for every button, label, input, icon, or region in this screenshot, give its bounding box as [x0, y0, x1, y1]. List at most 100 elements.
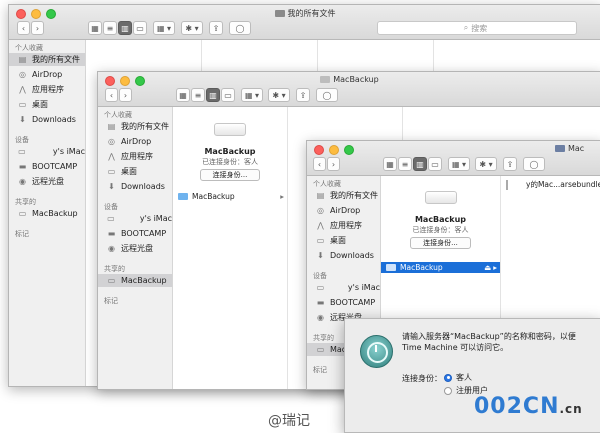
back-button[interactable]: ‹ [105, 88, 118, 102]
search-icon: ⌕ [463, 23, 469, 32]
view-coverflow-button[interactable]: ▭ [133, 21, 147, 35]
applications-icon: ⋀ [108, 152, 115, 161]
sidebar-item-all-files[interactable]: ▤ 我的所有文件 [307, 189, 380, 202]
share-folder-row[interactable]: MacBackup ▸ [173, 191, 287, 202]
sidebar-item-applications[interactable]: ⋀ 应用程序 [9, 83, 85, 96]
sidebar-item-label: 我的所有文件 [121, 122, 169, 131]
window-titlebar[interactable]: Mac ‹ › ▦ ≡ ▥ ▭ ▦ ▾ ✱ ▾ ⇪ ◯ [307, 141, 600, 176]
sidebar-item-downloads[interactable]: ⬇ Downloads [9, 113, 85, 126]
tags-button[interactable]: ◯ [523, 157, 545, 171]
sidebar-item-all-files[interactable]: ▤ 我的所有文件 [9, 53, 85, 66]
back-button[interactable]: ‹ [313, 157, 326, 171]
connect-as-button[interactable]: 连接身份... [410, 237, 471, 249]
weibo-watermark: @瑞记 [268, 413, 310, 429]
view-columns-button[interactable]: ▥ [413, 157, 427, 171]
sidebar-item-downloads[interactable]: ⬇ Downloads [98, 180, 172, 193]
view-list-button[interactable]: ≡ [398, 157, 412, 171]
view-coverflow-button[interactable]: ▭ [428, 157, 442, 171]
sidebar-item-all-files[interactable]: ▤ 我的所有文件 [98, 120, 172, 133]
sidebar-item-macbackup[interactable]: ▭ MacBackup [9, 207, 85, 220]
sidebar-item-remote-disc[interactable]: ◉ 远程光盘 [9, 175, 85, 188]
connect-as-button[interactable]: 连接身份... [199, 169, 261, 181]
radio-button-selected[interactable] [444, 373, 452, 382]
minimize-button[interactable] [329, 145, 339, 155]
zoom-button[interactable] [344, 145, 354, 155]
sidebar-item-label: 桌面 [330, 236, 346, 245]
window-titlebar[interactable]: 我的所有文件 ‹ › ▦ ≡ ▥ ▭ ▦ ▾ ✱ ▾ ⇪ ◯ ⌕ 搜索 [9, 5, 600, 40]
view-icons-button[interactable]: ▦ [383, 157, 397, 171]
sidebar-item-applications[interactable]: ⋀ 应用程序 [98, 150, 172, 163]
share-button[interactable]: ⇪ [503, 157, 517, 171]
share-button[interactable]: ⇪ [296, 88, 310, 102]
sidebar-item-applications[interactable]: ⋀ 应用程序 [307, 219, 380, 232]
airport-device-icon [214, 123, 246, 136]
sidebar-item-label: AirDrop [330, 206, 361, 215]
close-button[interactable] [314, 145, 324, 155]
view-columns-button[interactable]: ▥ [118, 21, 132, 35]
action-menu[interactable]: ✱ ▾ [181, 21, 203, 35]
view-icons-button[interactable]: ▦ [88, 21, 102, 35]
sidebar-item-macbackup[interactable]: ▭ MacBackup [98, 274, 172, 287]
share-button[interactable]: ⇪ [209, 21, 223, 35]
sidebar-item-label: Downloads [32, 115, 76, 124]
view-coverflow-button[interactable]: ▭ [221, 88, 235, 102]
forward-button[interactable]: › [119, 88, 132, 102]
view-icons-button[interactable]: ▦ [176, 88, 190, 102]
action-menu[interactable]: ✱ ▾ [475, 157, 497, 171]
sidebar-item-desktop[interactable]: ▭ 桌面 [98, 165, 172, 178]
applications-icon: ⋀ [19, 85, 26, 94]
search-field[interactable]: ⌕ 搜索 [377, 21, 577, 35]
sidebar-item-desktop[interactable]: ▭ 桌面 [9, 98, 85, 111]
remote-disc-icon: ◉ [108, 244, 115, 253]
sidebar: 个人收藏 ▤ 我的所有文件 ◎ AirDrop ⋀ 应用程序 ▭ 桌面 ⬇ Downloa… [9, 40, 86, 386]
dialog-prompt-line: 请输入服务器“MacBackup”的名称和密码，以便 [402, 332, 576, 341]
view-columns-button[interactable]: ▥ [206, 88, 220, 102]
sidebar-header-shared: 共享的 [313, 334, 334, 342]
sidebar-item-imac[interactable]: ▭ y's iMac [98, 212, 172, 225]
sidebar-item-imac[interactable]: ▭ y's iMac [307, 281, 380, 294]
tags-button[interactable]: ◯ [316, 88, 338, 102]
action-menu[interactable]: ✱ ▾ [268, 88, 290, 102]
tags-button[interactable]: ◯ [229, 21, 251, 35]
forward-button[interactable]: › [31, 21, 44, 35]
imac-icon: ▭ [316, 283, 325, 292]
view-list-button[interactable]: ≡ [103, 21, 117, 35]
sidebar-item-bootcamp[interactable]: ▬ BOOTCAMP [98, 227, 172, 240]
back-button[interactable]: ‹ [17, 21, 30, 35]
server-column: MacBackup 已连接身份：客人 连接身份... MacBackup ▸ [173, 107, 288, 389]
sidebar-item-remote-disc[interactable]: ◉ 远程光盘 [98, 242, 172, 255]
window-titlebar[interactable]: MacBackup ‹ › ▦ ≡ ▥ ▭ ▦ ▾ ✱ ▾ ⇪ ◯ [98, 72, 600, 107]
sidebar-header-tags: 标记 [104, 297, 118, 305]
sparsebundle-row[interactable]: y的Mac...arsebundle [501, 179, 600, 190]
sidebar-item-imac[interactable]: ▭ y's iMac [9, 145, 85, 158]
sidebar-item-label: Downloads [121, 182, 165, 191]
downloads-icon: ⬇ [19, 115, 26, 124]
sidebar-item-label: MacBackup [32, 209, 78, 218]
share-folder-row[interactable]: MacBackup ⏏ ▸ [381, 262, 500, 273]
window-title-text: Mac [568, 144, 585, 153]
site-watermark-suffix: .cn [559, 402, 583, 416]
sidebar-item-airdrop[interactable]: ◎ AirDrop [98, 135, 172, 148]
sidebar-item-bootcamp[interactable]: ▬ BOOTCAMP [9, 160, 85, 173]
sidebar-item-desktop[interactable]: ▭ 桌面 [307, 234, 380, 247]
sidebar-item-airdrop[interactable]: ◎ AirDrop [307, 204, 380, 217]
forward-button[interactable]: › [327, 157, 340, 171]
sidebar-item-label: 应用程序 [32, 85, 64, 94]
radio-guest[interactable]: 客人 [444, 372, 472, 383]
airdrop-icon: ◎ [317, 206, 324, 215]
connection-status: 已连接身份：客人 [412, 226, 469, 234]
sidebar-header-tags: 标记 [15, 230, 29, 238]
sidebar-item-bootcamp[interactable]: ▬ BOOTCAMP [307, 296, 380, 309]
network-server-icon: ▭ [316, 345, 325, 354]
disclosure-arrow-icon: ▸ [280, 192, 284, 201]
sidebar-item-airdrop[interactable]: ◎ AirDrop [9, 68, 85, 81]
arrange-menu[interactable]: ▦ ▾ [241, 88, 263, 102]
sidebar-item-downloads[interactable]: ⬇ Downloads [307, 249, 380, 262]
sidebar-item-label: 我的所有文件 [32, 55, 80, 64]
airdrop-icon: ◎ [108, 137, 115, 146]
arrange-menu[interactable]: ▦ ▾ [153, 21, 175, 35]
radio-button[interactable] [444, 386, 452, 395]
view-list-button[interactable]: ≡ [191, 88, 205, 102]
arrange-menu[interactable]: ▦ ▾ [448, 157, 470, 171]
eject-icon[interactable]: ⏏ [484, 263, 493, 272]
